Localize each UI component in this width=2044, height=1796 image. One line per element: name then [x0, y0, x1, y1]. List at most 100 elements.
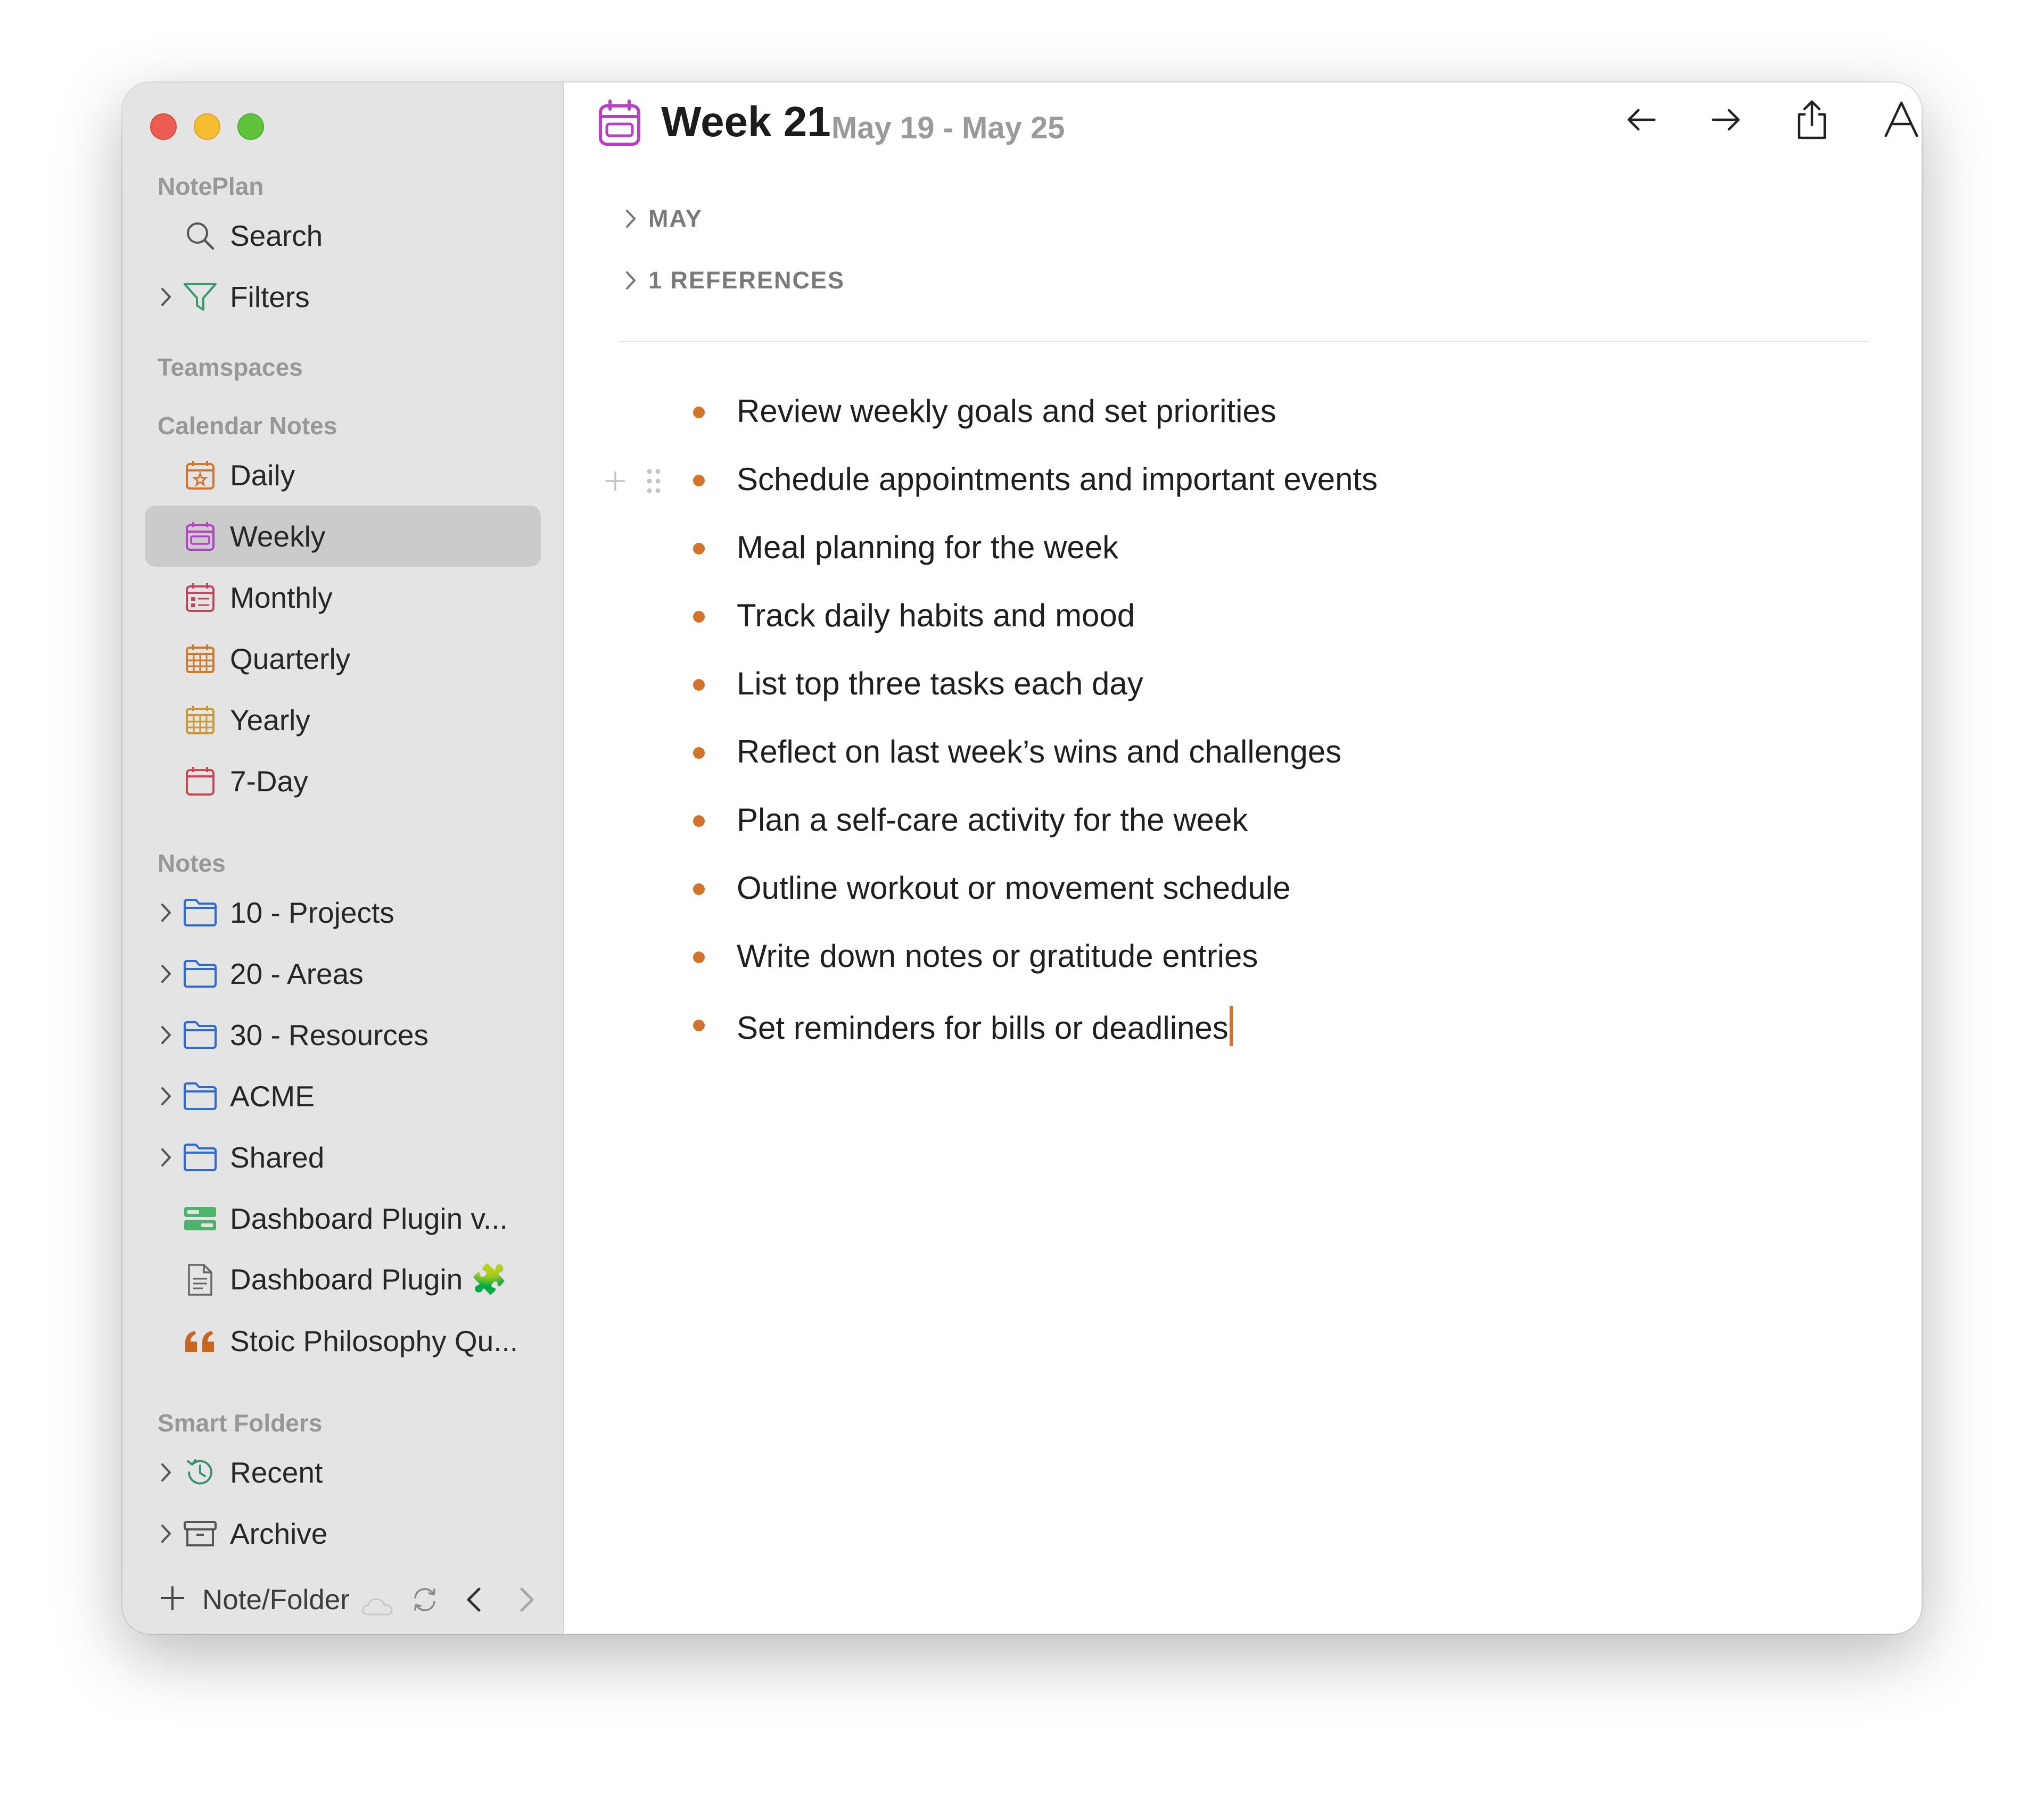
list-item-text[interactable]: Set reminders for bills or deadlines — [737, 1006, 1233, 1046]
sidebar-item-label: Filters — [230, 280, 310, 313]
list-item[interactable]: Reflect on last week’s wins and challeng… — [565, 724, 1922, 792]
sidebar-folder-resources[interactable]: 30 - Resources — [145, 1004, 541, 1065]
sidebar-item-filters[interactable]: Filters — [145, 266, 541, 327]
list-item-text[interactable]: Plan a self-care activity for the week — [737, 801, 1248, 838]
note-editor: Week 21 May 19 - May 25 MAY 1 REFERENCES — [565, 82, 1922, 1634]
date-range: May 19 - May 25 — [831, 111, 1065, 145]
sidebar-toolbar: Note/Folder — [122, 1565, 563, 1634]
list-item[interactable]: Track daily habits and mood — [565, 587, 1922, 656]
sidebar-item-label: ACME — [230, 1079, 315, 1113]
sidebar-item-weekly[interactable]: Weekly — [145, 506, 541, 567]
chevron-left-icon[interactable] — [463, 1585, 484, 1621]
dashboard-icon — [181, 1199, 219, 1238]
chevron-right-icon[interactable] — [156, 958, 176, 990]
sidebar-item-label: 20 - Areas — [230, 957, 364, 990]
list-item-text[interactable]: Outline workout or movement schedule — [737, 870, 1291, 906]
sidebar-scroll-area: NotePlan Search Filters Teamspaces Calen… — [122, 168, 563, 1565]
references-section-toggle[interactable]: 1 REFERENCES — [624, 267, 845, 294]
sidebar-folder-shared[interactable]: Shared — [145, 1127, 541, 1188]
folder-icon — [181, 1138, 219, 1177]
bullet-dot — [693, 407, 705, 418]
sidebar-folder-acme[interactable]: ACME — [145, 1065, 541, 1127]
list-item-text[interactable]: Review weekly goals and set priorities — [737, 393, 1276, 429]
share-icon[interactable] — [1793, 98, 1831, 144]
list-item-text[interactable]: Track daily habits and mood — [737, 597, 1135, 634]
references-section-label: 1 REFERENCES — [648, 267, 845, 294]
chevron-right-icon[interactable] — [156, 1456, 176, 1488]
calendar-grid-icon — [181, 640, 219, 678]
bullet-dot — [693, 951, 705, 963]
cloud-icon — [361, 1591, 394, 1624]
bullet-dot — [693, 611, 705, 623]
list-item[interactable]: Plan a self-care activity for the week — [565, 792, 1922, 860]
list-item[interactable]: Outline workout or movement schedule — [565, 860, 1922, 928]
close-window-button[interactable] — [150, 113, 177, 140]
list-item[interactable]: Schedule appointments and important even… — [565, 451, 1922, 519]
app-window: NotePlan Search Filters Teamspaces Calen… — [122, 82, 1922, 1634]
sidebar-note-dashboard-plugin[interactable]: Dashboard Plugin 🧩 — [145, 1249, 541, 1310]
sidebar-item-daily[interactable]: Daily — [145, 444, 541, 506]
list-item[interactable]: Write down notes or gratitude entries — [565, 928, 1922, 996]
maximize-window-button[interactable] — [237, 113, 264, 140]
chevron-right-icon[interactable] — [156, 1019, 176, 1051]
sidebar-item-label: Dashboard Plugin 🧩 — [230, 1262, 507, 1297]
chevron-right-icon[interactable] — [156, 1518, 176, 1550]
history-icon — [181, 1453, 219, 1492]
arrow-right-icon[interactable] — [1709, 105, 1743, 137]
list-item-content[interactable]: Set reminders for bills or deadlines — [737, 1010, 1229, 1046]
sidebar-item-7-day[interactable]: 7-Day — [145, 750, 541, 812]
bullet-dot — [693, 543, 705, 554]
chevron-right-icon[interactable] — [156, 281, 176, 313]
sidebar-item-yearly[interactable]: Yearly — [145, 689, 541, 750]
calendar-star-icon — [181, 456, 219, 494]
list-item-text[interactable]: Write down notes or gratitude entries — [737, 938, 1258, 974]
calendar-icon — [181, 762, 219, 800]
section-header-teamspaces[interactable]: Teamspaces — [122, 349, 563, 386]
folder-icon — [181, 1016, 219, 1054]
bullet-dot — [693, 679, 705, 691]
list-item-text[interactable]: Reflect on last week’s wins and challeng… — [737, 733, 1341, 770]
sidebar-item-label: 10 - Projects — [230, 896, 394, 929]
arrow-left-icon[interactable] — [1625, 105, 1659, 137]
new-note-folder-button[interactable]: Note/Folder — [202, 1584, 350, 1616]
sidebar-item-label: Monthly — [230, 581, 333, 614]
sidebar-item-archive[interactable]: Archive — [145, 1503, 541, 1564]
section-header-smart-folders: Smart Folders — [158, 1409, 323, 1437]
chevron-right-icon[interactable] — [516, 1585, 538, 1621]
sidebar-item-search[interactable]: Search — [145, 205, 541, 266]
page-title: Week 21 — [661, 98, 831, 145]
sidebar-item-quarterly[interactable]: Quarterly — [145, 628, 541, 689]
sidebar-folder-projects[interactable]: 10 - Projects — [145, 882, 541, 943]
list-item[interactable]: Review weekly goals and set priorities — [565, 383, 1922, 451]
minimize-window-button[interactable] — [194, 113, 220, 140]
folder-icon — [181, 1077, 219, 1115]
sidebar-folder-areas[interactable]: 20 - Areas — [145, 943, 541, 1004]
font-style-icon[interactable] — [1882, 100, 1921, 143]
list-item[interactable]: Meal planning for the week — [565, 519, 1922, 587]
chevron-right-icon — [626, 210, 636, 228]
sidebar-note-dashboard-plugin-v[interactable]: Dashboard Plugin v... — [145, 1188, 541, 1249]
sidebar-item-recent[interactable]: Recent — [145, 1442, 541, 1503]
sidebar-item-monthly[interactable]: Monthly — [145, 567, 541, 628]
sidebar-item-label: Recent — [230, 1455, 323, 1489]
plus-icon[interactable] — [158, 1583, 187, 1620]
section-header-notes: Notes — [158, 849, 226, 877]
bullet-list[interactable]: Review weekly goals and set priorities S… — [565, 383, 1922, 1064]
sync-icon[interactable] — [410, 1585, 440, 1621]
sidebar-item-label: Stoic Philosophy Qu... — [230, 1324, 518, 1358]
chevron-right-icon[interactable] — [156, 897, 176, 929]
section-header-calendar-notes: Calendar Notes — [158, 412, 337, 440]
note-title: Dashboard Plugin — [230, 1263, 463, 1296]
list-item-text[interactable]: List top three tasks each day — [737, 665, 1143, 702]
list-item[interactable]: List top three tasks each day — [565, 656, 1922, 724]
sidebar-item-label: 30 - Resources — [230, 1018, 428, 1052]
list-item-text[interactable]: Meal planning for the week — [737, 529, 1118, 566]
sidebar-note-stoic-philosophy[interactable]: Stoic Philosophy Qu... — [145, 1310, 541, 1371]
chevron-right-icon[interactable] — [156, 1080, 176, 1112]
month-section-toggle[interactable]: MAY — [624, 205, 703, 233]
chevron-right-icon[interactable] — [156, 1141, 176, 1173]
list-item[interactable]: Set reminders for bills or deadlines — [565, 996, 1922, 1064]
drag-handle-controls[interactable] — [604, 465, 667, 504]
list-item-text[interactable]: Schedule appointments and important even… — [737, 461, 1378, 498]
document-icon — [181, 1261, 219, 1299]
